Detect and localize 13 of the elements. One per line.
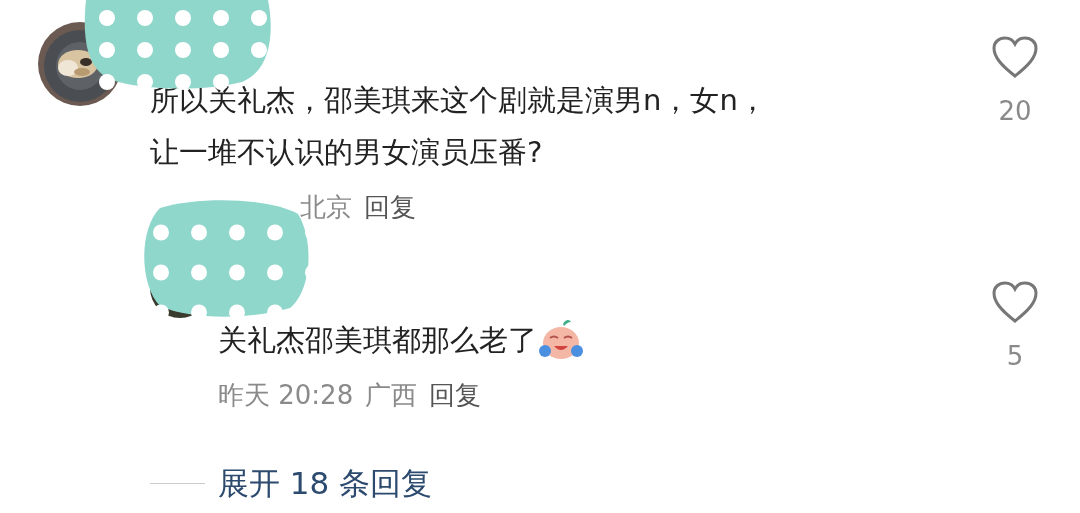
reply-location: 广西 xyxy=(365,379,418,412)
like-count: 5 xyxy=(1006,340,1024,372)
laughing-crying-emoji-icon xyxy=(539,318,583,362)
comment-location: 北京 xyxy=(300,191,352,224)
reply-button[interactable]: 回复 xyxy=(429,375,482,415)
like-count: 20 xyxy=(998,95,1032,127)
reply-text: 关礼杰邵美琪都那么老了 xyxy=(218,322,537,359)
expand-replies-link[interactable]: 展开 18 条回复 xyxy=(218,461,433,505)
reply-button[interactable]: 回复 xyxy=(364,187,416,227)
heart-icon[interactable] xyxy=(991,280,1039,324)
reply-time: 昨天 20:28 xyxy=(218,379,354,412)
comment-text: 所以关礼杰，邵美琪来这个剧就是演男n，女n，让一堆不认识的男女演员压番? xyxy=(150,82,768,171)
heart-icon[interactable] xyxy=(991,35,1039,79)
